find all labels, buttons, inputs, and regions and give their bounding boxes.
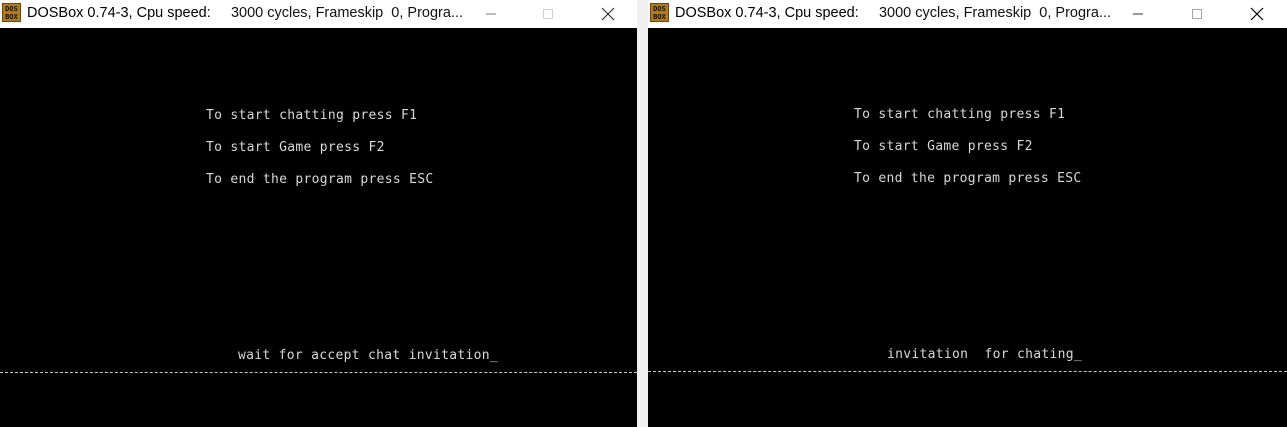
title-bar[interactable]: DOS BOX DOSBox 0.74-3, Cpu speed: 3000 cy… <box>648 0 1287 28</box>
dos-screen[interactable]: To start chatting press F1 To start Game… <box>648 28 1287 427</box>
minimize-button[interactable] <box>468 0 514 28</box>
minimize-icon <box>1133 13 1143 15</box>
menu-line-chat: To start chatting press F1 <box>854 107 1066 122</box>
separator-line <box>0 372 637 373</box>
menu-line-exit: To end the program press ESC <box>206 172 434 187</box>
title-bar[interactable]: DOS BOX DOSBox 0.74-3, Cpu speed: 3000 cy… <box>0 0 637 28</box>
dosbox-window-left[interactable]: DOS BOX DOSBox 0.74-3, Cpu speed: 3000 cy… <box>0 0 637 427</box>
dosbox-window-right[interactable]: DOS BOX DOSBox 0.74-3, Cpu speed: 3000 cy… <box>648 0 1287 427</box>
window-title: DOSBox 0.74-3, Cpu speed: 3000 cycles, F… <box>675 5 1112 21</box>
maximize-button[interactable] <box>1174 0 1220 28</box>
dosbox-icon[interactable]: DOS BOX <box>650 3 669 22</box>
close-icon <box>601 7 615 21</box>
minimize-icon <box>486 13 496 15</box>
menu-line-game: To start Game press F2 <box>854 139 1033 154</box>
dos-screen[interactable]: To start chatting press F1 To start Game… <box>0 28 637 427</box>
status-line: wait for accept chat invitation_ <box>238 348 499 363</box>
close-icon <box>1250 7 1264 21</box>
menu-line-chat: To start chatting press F1 <box>206 108 418 123</box>
window-gap <box>637 0 648 427</box>
close-button[interactable] <box>585 0 631 28</box>
maximize-icon <box>1192 9 1202 19</box>
minimize-button[interactable] <box>1115 0 1161 28</box>
window-title: DOSBox 0.74-3, Cpu speed: 3000 cycles, F… <box>27 5 464 21</box>
menu-line-exit: To end the program press ESC <box>854 171 1082 186</box>
maximize-button[interactable] <box>525 0 571 28</box>
separator-line <box>648 371 1287 372</box>
dosbox-icon[interactable]: DOS BOX <box>2 3 21 22</box>
close-button[interactable] <box>1234 0 1280 28</box>
menu-line-game: To start Game press F2 <box>206 140 385 155</box>
status-line: invitation for chating_ <box>887 347 1083 362</box>
maximize-icon <box>543 9 553 19</box>
